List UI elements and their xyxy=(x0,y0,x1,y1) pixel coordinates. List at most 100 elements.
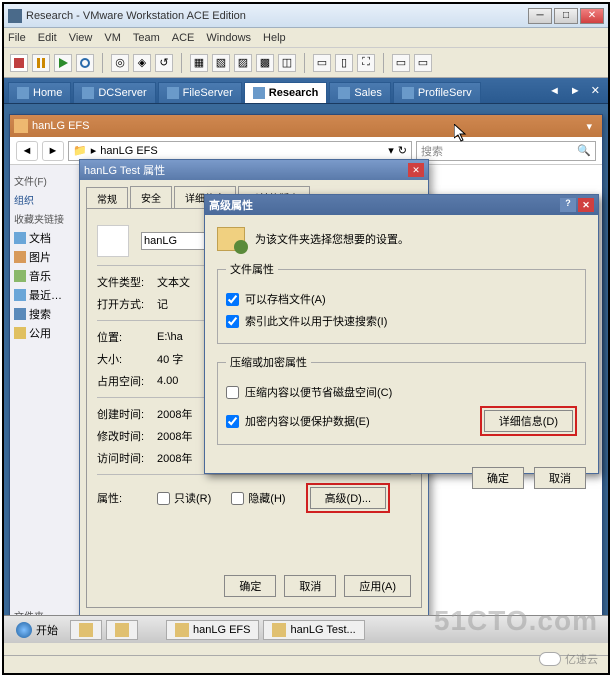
menu-windows[interactable]: Windows xyxy=(206,32,251,44)
vmware-statusbar xyxy=(4,655,608,673)
dropdown-icon[interactable]: ▾ xyxy=(388,144,394,157)
help-icon[interactable]: ? xyxy=(560,198,576,212)
tab-security[interactable]: 安全 xyxy=(130,186,172,208)
tool-icon[interactable]: ▨ xyxy=(234,54,252,72)
fullscreen-icon[interactable]: ⛶ xyxy=(357,54,375,72)
close-icon[interactable]: ✕ xyxy=(408,163,424,177)
advanced-titlebar[interactable]: 高级属性 ? ✕ xyxy=(205,195,598,215)
apply-button[interactable]: 应用(A) xyxy=(344,575,411,597)
minimize-button[interactable]: ─ xyxy=(528,8,552,24)
snapshot-mgr-icon[interactable]: ◈ xyxy=(133,54,151,72)
pictures-icon xyxy=(14,251,26,263)
tab-scroll-left[interactable]: ◄ xyxy=(545,78,564,103)
tab-scroll-right[interactable]: ► xyxy=(566,78,585,103)
encrypt-checkbox[interactable]: 加密内容以便保护数据(E) xyxy=(226,413,370,429)
recent-icon xyxy=(14,289,26,301)
compress-encrypt-legend: 压缩或加密属性 xyxy=(226,354,311,370)
view-icon[interactable]: ▭ xyxy=(414,54,432,72)
music-icon xyxy=(14,270,26,282)
ok-button[interactable]: 确定 xyxy=(472,467,524,489)
menu-vm[interactable]: VM xyxy=(104,32,121,44)
view-icon[interactable]: ▯ xyxy=(335,54,353,72)
menu-file[interactable]: File xyxy=(8,32,26,44)
tab-home[interactable]: Home xyxy=(8,82,71,103)
maximize-button[interactable]: □ xyxy=(554,8,578,24)
search-icon[interactable]: 🔍 xyxy=(577,144,591,157)
advanced-title: 高级属性 xyxy=(209,197,560,213)
tool-icon[interactable]: ◫ xyxy=(278,54,296,72)
tool-icon[interactable]: ▧ xyxy=(212,54,230,72)
menu-edit[interactable]: Edit xyxy=(38,32,57,44)
tool-icon[interactable]: ▩ xyxy=(256,54,274,72)
readonly-checkbox[interactable]: 只读(R) xyxy=(157,490,211,506)
explorer-sidebar: 文件(F) 组织 收藏夹链接 文档 图片 音乐 最近… 搜索 公用 文件夹 xyxy=(10,165,80,643)
cloud-icon xyxy=(539,652,561,666)
sidebar-item-pictures[interactable]: 图片 xyxy=(14,249,75,265)
tab-research[interactable]: Research xyxy=(244,82,328,103)
menu-help[interactable]: Help xyxy=(263,32,286,44)
taskbar-quicklaunch[interactable] xyxy=(106,620,138,640)
advanced-description: 为该文件夹选择您想要的设置。 xyxy=(255,231,409,247)
file-attributes-group: 文件属性 可以存档文件(A) 索引此文件以用于快速搜索(I) xyxy=(217,261,586,344)
documents-icon xyxy=(14,232,26,244)
explorer-titlebar[interactable]: hanLG EFS ▾ xyxy=(10,115,602,137)
sidebar-item-documents[interactable]: 文档 xyxy=(14,230,75,246)
vmware-title: Research - VMware Workstation ACE Editio… xyxy=(26,10,528,22)
cancel-button[interactable]: 取消 xyxy=(284,575,336,597)
reset-icon[interactable] xyxy=(76,54,94,72)
archive-checkbox[interactable]: 可以存档文件(A) xyxy=(226,291,577,307)
search-input[interactable]: 搜索 🔍 xyxy=(416,141,596,161)
menu-team[interactable]: Team xyxy=(133,32,160,44)
compress-checkbox[interactable]: 压缩内容以便节省磁盘空间(C) xyxy=(226,384,577,400)
explorer-dropdown-icon[interactable]: ▾ xyxy=(586,120,592,133)
snapshot-icon[interactable]: ◎ xyxy=(111,54,129,72)
tab-dcserver[interactable]: DCServer xyxy=(73,82,155,103)
back-button[interactable]: ◄ xyxy=(16,141,38,161)
cancel-button[interactable]: 取消 xyxy=(534,467,586,489)
close-icon[interactable]: ✕ xyxy=(578,198,594,212)
sidebar-item-recent[interactable]: 最近… xyxy=(14,287,75,303)
revert-icon[interactable]: ↺ xyxy=(155,54,173,72)
index-checkbox[interactable]: 索引此文件以用于快速搜索(I) xyxy=(226,313,577,329)
taskbar-quicklaunch[interactable] xyxy=(70,620,102,640)
menu-ace[interactable]: ACE xyxy=(172,32,195,44)
properties-titlebar[interactable]: hanLG Test 属性 ✕ xyxy=(80,160,428,180)
address-bar[interactable]: 📁 ▸ hanLG EFS ▾ ↻ xyxy=(68,141,412,161)
menu-view[interactable]: View xyxy=(69,32,93,44)
vmware-titlebar: Research - VMware Workstation ACE Editio… xyxy=(4,4,608,28)
tab-profileserv[interactable]: ProfileServ xyxy=(393,82,481,103)
organize-link[interactable]: 组织 xyxy=(14,192,75,207)
search-placeholder: 搜索 xyxy=(421,143,443,159)
folder-settings-icon xyxy=(217,227,245,251)
size-label: 大小: xyxy=(97,351,157,367)
taskbar-item-explorer[interactable]: hanLG EFS xyxy=(166,620,259,640)
vm-tabs: Home DCServer FileServer Research Sales … xyxy=(4,78,608,104)
watermark-text: 51CTO.com xyxy=(434,605,598,637)
sidebar-item-search[interactable]: 搜索 xyxy=(14,306,75,322)
tab-close[interactable]: ✕ xyxy=(587,78,604,103)
monitor-icon xyxy=(82,87,94,99)
ok-button[interactable]: 确定 xyxy=(224,575,276,597)
refresh-icon[interactable]: ↻ xyxy=(398,144,407,157)
start-button[interactable]: 开始 xyxy=(8,620,66,640)
tab-sales[interactable]: Sales xyxy=(329,82,391,103)
details-button[interactable]: 详细信息(D) xyxy=(484,410,573,432)
explorer-title: hanLG EFS xyxy=(32,120,89,132)
tab-fileserver[interactable]: FileServer xyxy=(158,82,242,103)
details-highlight: 详细信息(D) xyxy=(480,406,577,436)
taskbar-item-properties[interactable]: hanLG Test... xyxy=(263,620,364,640)
view-icon[interactable]: ▭ xyxy=(392,54,410,72)
play-icon[interactable] xyxy=(54,54,72,72)
sidebar-item-music[interactable]: 音乐 xyxy=(14,268,75,284)
tool-icon[interactable]: ▦ xyxy=(190,54,208,72)
file-menu-label[interactable]: 文件(F) xyxy=(14,173,75,188)
close-button[interactable]: ✕ xyxy=(580,8,604,24)
app-icon xyxy=(115,623,129,637)
stop-icon[interactable] xyxy=(10,54,28,72)
pause-icon[interactable] xyxy=(32,54,50,72)
sidebar-item-public[interactable]: 公用 xyxy=(14,325,75,341)
forward-button[interactable]: ► xyxy=(42,141,64,161)
tab-general[interactable]: 常规 xyxy=(86,187,128,209)
view-icon[interactable]: ▭ xyxy=(313,54,331,72)
windows-orb-icon xyxy=(16,622,32,638)
